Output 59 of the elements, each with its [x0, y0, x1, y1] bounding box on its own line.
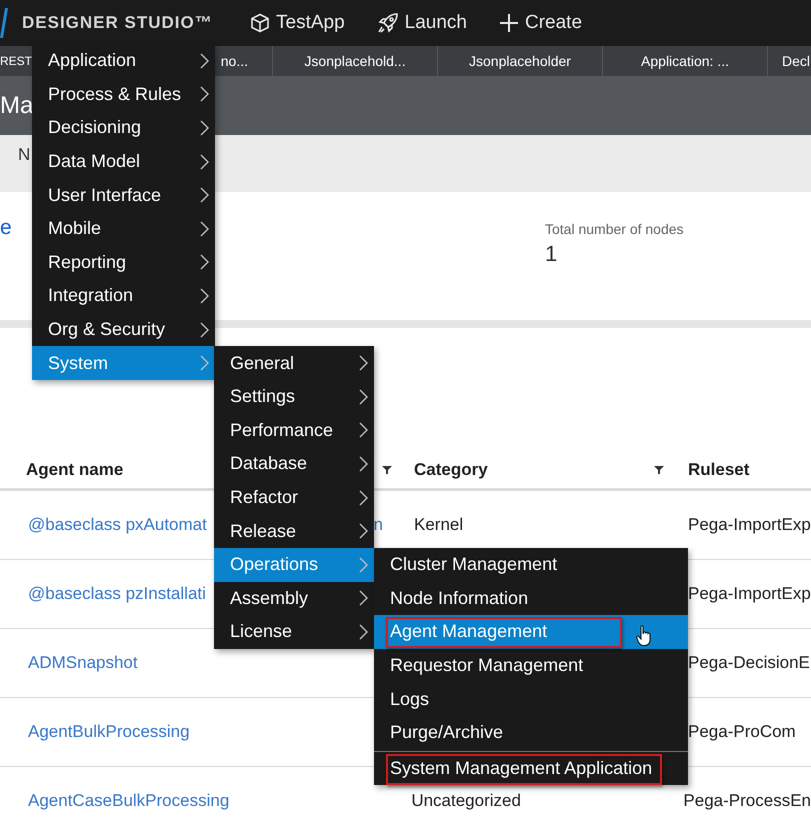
menu-item[interactable]: Org & Security [32, 312, 215, 346]
menu-item[interactable]: Refactor [214, 480, 374, 514]
header-button[interactable]: Create [499, 12, 582, 34]
menu-item[interactable]: Performance [214, 414, 374, 448]
column-header: Category [414, 460, 488, 480]
menu-item[interactable]: Integration [32, 279, 215, 313]
link[interactable]: e [0, 216, 12, 239]
menu-item[interactable]: Node Information [374, 582, 688, 616]
menu-item[interactable]: Operations [214, 548, 374, 582]
menu-item[interactable]: Data Model [32, 144, 215, 178]
header-button[interactable]: Launch [376, 12, 467, 34]
table-cell: Pega-ProcessEn [683, 791, 811, 811]
menu-item[interactable]: Reporting [32, 246, 215, 280]
table-cell: Pega-ProCom [688, 722, 796, 742]
rocket-icon [376, 12, 399, 34]
menu-item[interactable]: Decisioning [32, 111, 215, 145]
filter-icon[interactable] [654, 465, 664, 475]
menu-item[interactable]: Agent Management [374, 615, 688, 649]
menu-item[interactable]: System [32, 346, 215, 380]
table-cell: Pega-DecisionE [688, 653, 810, 673]
hand-cursor-icon [636, 625, 652, 648]
agent-link[interactable]: n [374, 515, 383, 535]
menu-item[interactable]: Release [214, 514, 374, 548]
table-cell: Kernel [414, 515, 464, 535]
menu-item[interactable]: Assembly [214, 582, 374, 616]
menu-item[interactable]: Requestor Management [374, 648, 688, 682]
agent-link[interactable]: ADMSnapshot [28, 653, 138, 673]
plus-icon [499, 13, 519, 33]
tab[interactable]: Decl [768, 46, 811, 76]
table-cell: Pega-ImportExp [688, 584, 811, 604]
menu-item[interactable]: License [214, 615, 374, 649]
menu-item[interactable]: User Interface [32, 178, 215, 212]
stat-value: 1 [545, 241, 558, 267]
agent-link[interactable]: @baseclass pzInstallati [28, 584, 206, 604]
column-header: Agent name [26, 460, 124, 480]
filter-icon[interactable] [382, 465, 392, 475]
agent-link[interactable]: AgentBulkProcessing [28, 722, 190, 742]
app-title: DESIGNER STUDIO™ [22, 13, 214, 33]
menu-item[interactable]: Process & Rules [32, 78, 215, 112]
stat-label: Total number of nodes [545, 221, 684, 237]
menu-item[interactable]: General [214, 346, 374, 380]
menu-item[interactable]: Mobile [32, 212, 215, 246]
table-cell: Uncategorized [411, 791, 521, 811]
logo-icon [0, 8, 8, 38]
table-cell: Pega-ImportExp [688, 515, 811, 535]
cube-icon [250, 13, 270, 33]
menu-item[interactable]: Application [32, 44, 215, 78]
menu-item[interactable]: Logs [374, 682, 688, 716]
menu-item[interactable]: Cluster Management [374, 548, 688, 582]
menu-item[interactable]: Database [214, 447, 374, 481]
menu-item[interactable]: Settings [214, 380, 374, 414]
agent-link[interactable]: AgentCaseBulkProcessing [28, 791, 230, 811]
page-title: Ma [0, 92, 34, 120]
column-header: Ruleset [688, 460, 750, 480]
menu-item[interactable]: System Management Application [374, 752, 688, 786]
agent-link[interactable]: @baseclass pxAutomat [28, 515, 207, 535]
menu-item[interactable]: Purge/Archive [374, 716, 688, 750]
header-button[interactable]: TestApp [250, 12, 345, 34]
sub-header-text: N [18, 145, 30, 164]
